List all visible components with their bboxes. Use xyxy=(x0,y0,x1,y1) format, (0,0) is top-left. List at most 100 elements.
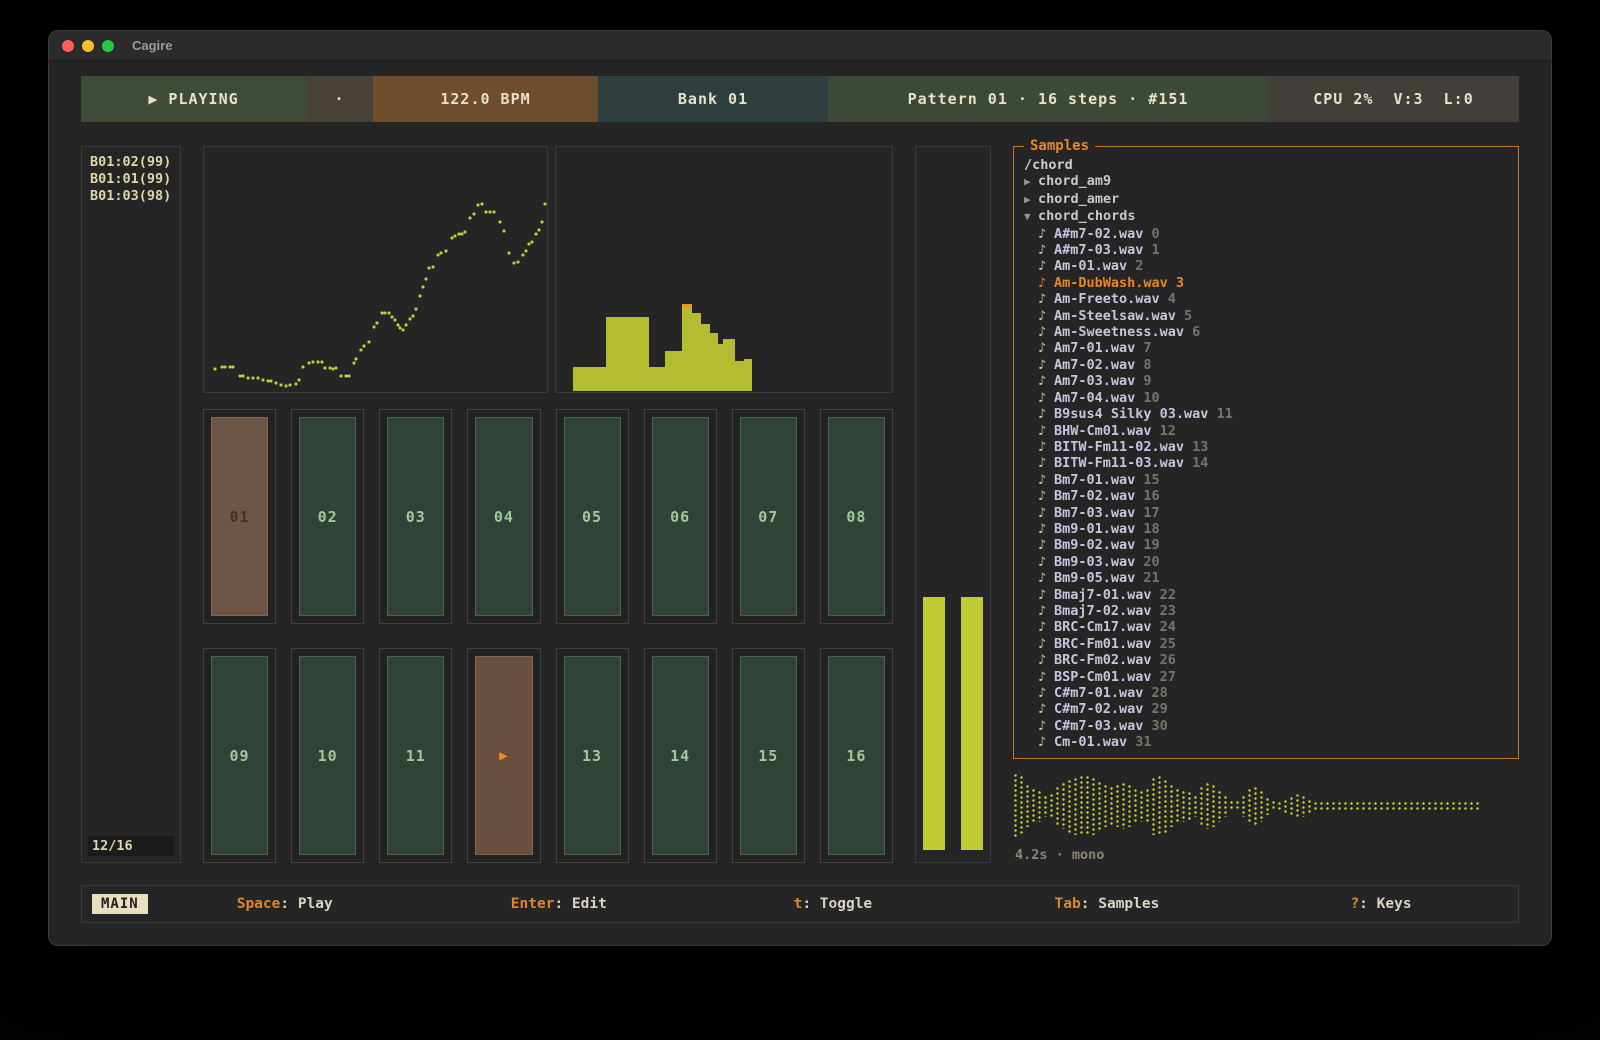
sample-file-name: C#m7-03.wav xyxy=(1054,718,1152,734)
sample-file-row[interactable]: ♪BITW-Fm11-03.wav 14 xyxy=(1024,455,1508,471)
scatter-dot xyxy=(323,367,326,370)
scatter-dot xyxy=(480,203,483,206)
pad-14[interactable]: 14 xyxy=(644,648,717,863)
pad-surface: 14 xyxy=(652,656,709,855)
pad-11[interactable]: 11 xyxy=(379,648,452,863)
sample-file-row[interactable]: ♪Cm-01.wav 31 xyxy=(1024,734,1508,750)
scatter-dot xyxy=(269,380,272,383)
sample-file-name: A#m7-03.wav xyxy=(1054,242,1152,258)
sample-file-row[interactable]: ♪Bm9-05.wav 21 xyxy=(1024,570,1508,586)
waveform-column xyxy=(1217,790,1221,822)
sample-file-row[interactable]: ♪C#m7-03.wav 30 xyxy=(1024,718,1508,734)
waveform-column xyxy=(1223,795,1227,817)
sample-file-row[interactable]: ♪Am-01.wav 2 xyxy=(1024,258,1508,274)
zoom-button[interactable] xyxy=(102,40,114,52)
sample-file-row[interactable]: ♪Bmaj7-02.wav 23 xyxy=(1024,603,1508,619)
pad-04[interactable]: 04 xyxy=(467,409,540,624)
track-list-panel: B01:02(99)B01:01(99)B01:03(98) 12/16 xyxy=(81,146,181,863)
sample-file-row[interactable]: ♪Am7-01.wav 7 xyxy=(1024,340,1508,356)
sample-file-row[interactable]: ♪BSP-Cm01.wav 27 xyxy=(1024,669,1508,685)
sample-file-name: Am7-01.wav xyxy=(1054,340,1143,356)
sample-file-row[interactable]: ♪BHW-Cm01.wav 12 xyxy=(1024,423,1508,439)
sample-file-row[interactable]: ♪Bm9-03.wav 20 xyxy=(1024,554,1508,570)
waveform-column xyxy=(1337,801,1341,810)
sample-file-row[interactable]: ♪B9sus4 Silky 03.wav 11 xyxy=(1024,406,1508,422)
pad-10[interactable]: 10 xyxy=(291,648,364,863)
scatter-dot xyxy=(353,361,356,364)
waveform-column xyxy=(1361,801,1365,810)
waveform-column xyxy=(1055,786,1059,826)
pad-02[interactable]: 02 xyxy=(291,409,364,624)
pad-12[interactable]: ▶ xyxy=(467,648,540,863)
sample-file-row[interactable]: ♪Am7-04.wav 10 xyxy=(1024,390,1508,406)
sample-file-row[interactable]: ♪A#m7-03.wav 1 xyxy=(1024,242,1508,258)
folder-name: chord_am9 xyxy=(1038,173,1111,189)
sample-file-row[interactable]: ♪BRC-Fm02.wav 26 xyxy=(1024,652,1508,668)
scatter-dot xyxy=(498,221,501,224)
pad-surface: 03 xyxy=(387,417,444,616)
scatter-dot xyxy=(541,221,544,224)
sample-file-row[interactable]: ♪BITW-Fm11-02.wav 13 xyxy=(1024,439,1508,455)
waveform-column xyxy=(1085,775,1089,836)
sample-file-row[interactable]: ♪Am-Sweetness.wav 6 xyxy=(1024,324,1508,340)
sample-file-row[interactable]: ♪Am-Steelsaw.wav 5 xyxy=(1024,308,1508,324)
sample-file-row[interactable]: ♪Am7-02.wav 8 xyxy=(1024,357,1508,373)
pad-01[interactable]: 01 xyxy=(203,409,276,624)
sample-file-name: BRC-Fm02.wav xyxy=(1054,652,1160,668)
music-note-icon: ♪ xyxy=(1038,619,1054,635)
pad-16[interactable]: 16 xyxy=(820,648,893,863)
folder-row[interactable]: ▶chord_am9 xyxy=(1024,173,1508,190)
pad-03[interactable]: 03 xyxy=(379,409,452,624)
music-note-icon: ♪ xyxy=(1038,390,1054,406)
scatter-dot xyxy=(363,344,366,347)
step-position: 12/16 xyxy=(88,836,174,856)
sample-file-row[interactable]: ♪BRC-Fm01.wav 25 xyxy=(1024,636,1508,652)
scatter-dot xyxy=(367,341,370,344)
pad-08[interactable]: 08 xyxy=(820,409,893,624)
scatter-dot xyxy=(372,325,375,328)
sample-file-row[interactable]: ♪Bm7-02.wav 16 xyxy=(1024,488,1508,504)
waveform-column xyxy=(1079,775,1083,836)
pad-15[interactable]: 15 xyxy=(732,648,805,863)
sample-file-index: 29 xyxy=(1152,701,1168,717)
minimize-button[interactable] xyxy=(82,40,94,52)
sample-file-row[interactable]: ♪Bmaj7-01.wav 22 xyxy=(1024,587,1508,603)
system-stats: CPU 2% V:3 L:0 xyxy=(1268,76,1519,122)
folder-row[interactable]: ▼chord_chords xyxy=(1024,208,1508,225)
pad-play-icon: ▶ xyxy=(475,656,532,855)
folder-row[interactable]: ▶chord_amer xyxy=(1024,191,1508,208)
pad-13[interactable]: 13 xyxy=(556,648,629,863)
waveform-column xyxy=(1451,801,1455,810)
sample-file-row[interactable]: ♪Bm9-01.wav 18 xyxy=(1024,521,1508,537)
sample-file-row[interactable]: ♪Bm9-02.wav 19 xyxy=(1024,537,1508,553)
sample-file-name: Bm9-02.wav xyxy=(1054,537,1143,553)
sample-file-row[interactable]: ♪C#m7-01.wav 28 xyxy=(1024,685,1508,701)
sample-file-row[interactable]: ♪BRC-Cm17.wav 24 xyxy=(1024,619,1508,635)
close-button[interactable] xyxy=(62,40,74,52)
sample-file-row[interactable]: ♪Am7-03.wav 9 xyxy=(1024,373,1508,389)
hint-key: ? xyxy=(1350,896,1359,912)
sample-file-row[interactable]: ♪C#m7-02.wav 29 xyxy=(1024,701,1508,717)
sample-file-row[interactable]: ♪Am-Freeto.wav 4 xyxy=(1024,291,1508,307)
sample-file-row[interactable]: ♪Bm7-03.wav 17 xyxy=(1024,505,1508,521)
sample-file-row[interactable]: ♪A#m7-02.wav 0 xyxy=(1024,226,1508,242)
sample-file-name: Bm7-02.wav xyxy=(1054,488,1143,504)
sample-file-index: 23 xyxy=(1160,603,1176,619)
sample-browser-tree: /chord▶chord_am9▶chord_amer▼chord_chords… xyxy=(1024,157,1508,751)
music-note-icon: ♪ xyxy=(1038,537,1054,553)
title-bar: Cagire xyxy=(49,31,1551,61)
sample-file-index: 6 xyxy=(1192,324,1200,340)
sample-file-row[interactable]: ♪Bm7-01.wav 15 xyxy=(1024,472,1508,488)
pad-06[interactable]: 06 xyxy=(644,409,717,624)
pad-07[interactable]: 07 xyxy=(732,409,805,624)
pad-05[interactable]: 05 xyxy=(556,409,629,624)
music-note-icon: ♪ xyxy=(1038,275,1054,291)
scatter-dot xyxy=(297,378,300,381)
waveform-display xyxy=(1013,768,1519,843)
scatter-dot xyxy=(359,348,362,351)
hint-key: Tab xyxy=(1055,896,1081,912)
pad-09[interactable]: 09 xyxy=(203,648,276,863)
waveform-column xyxy=(1403,801,1407,810)
sample-file-row[interactable]: ♪Am-DubWash.wav 3 xyxy=(1024,275,1508,291)
sample-file-name: Bm7-03.wav xyxy=(1054,505,1143,521)
